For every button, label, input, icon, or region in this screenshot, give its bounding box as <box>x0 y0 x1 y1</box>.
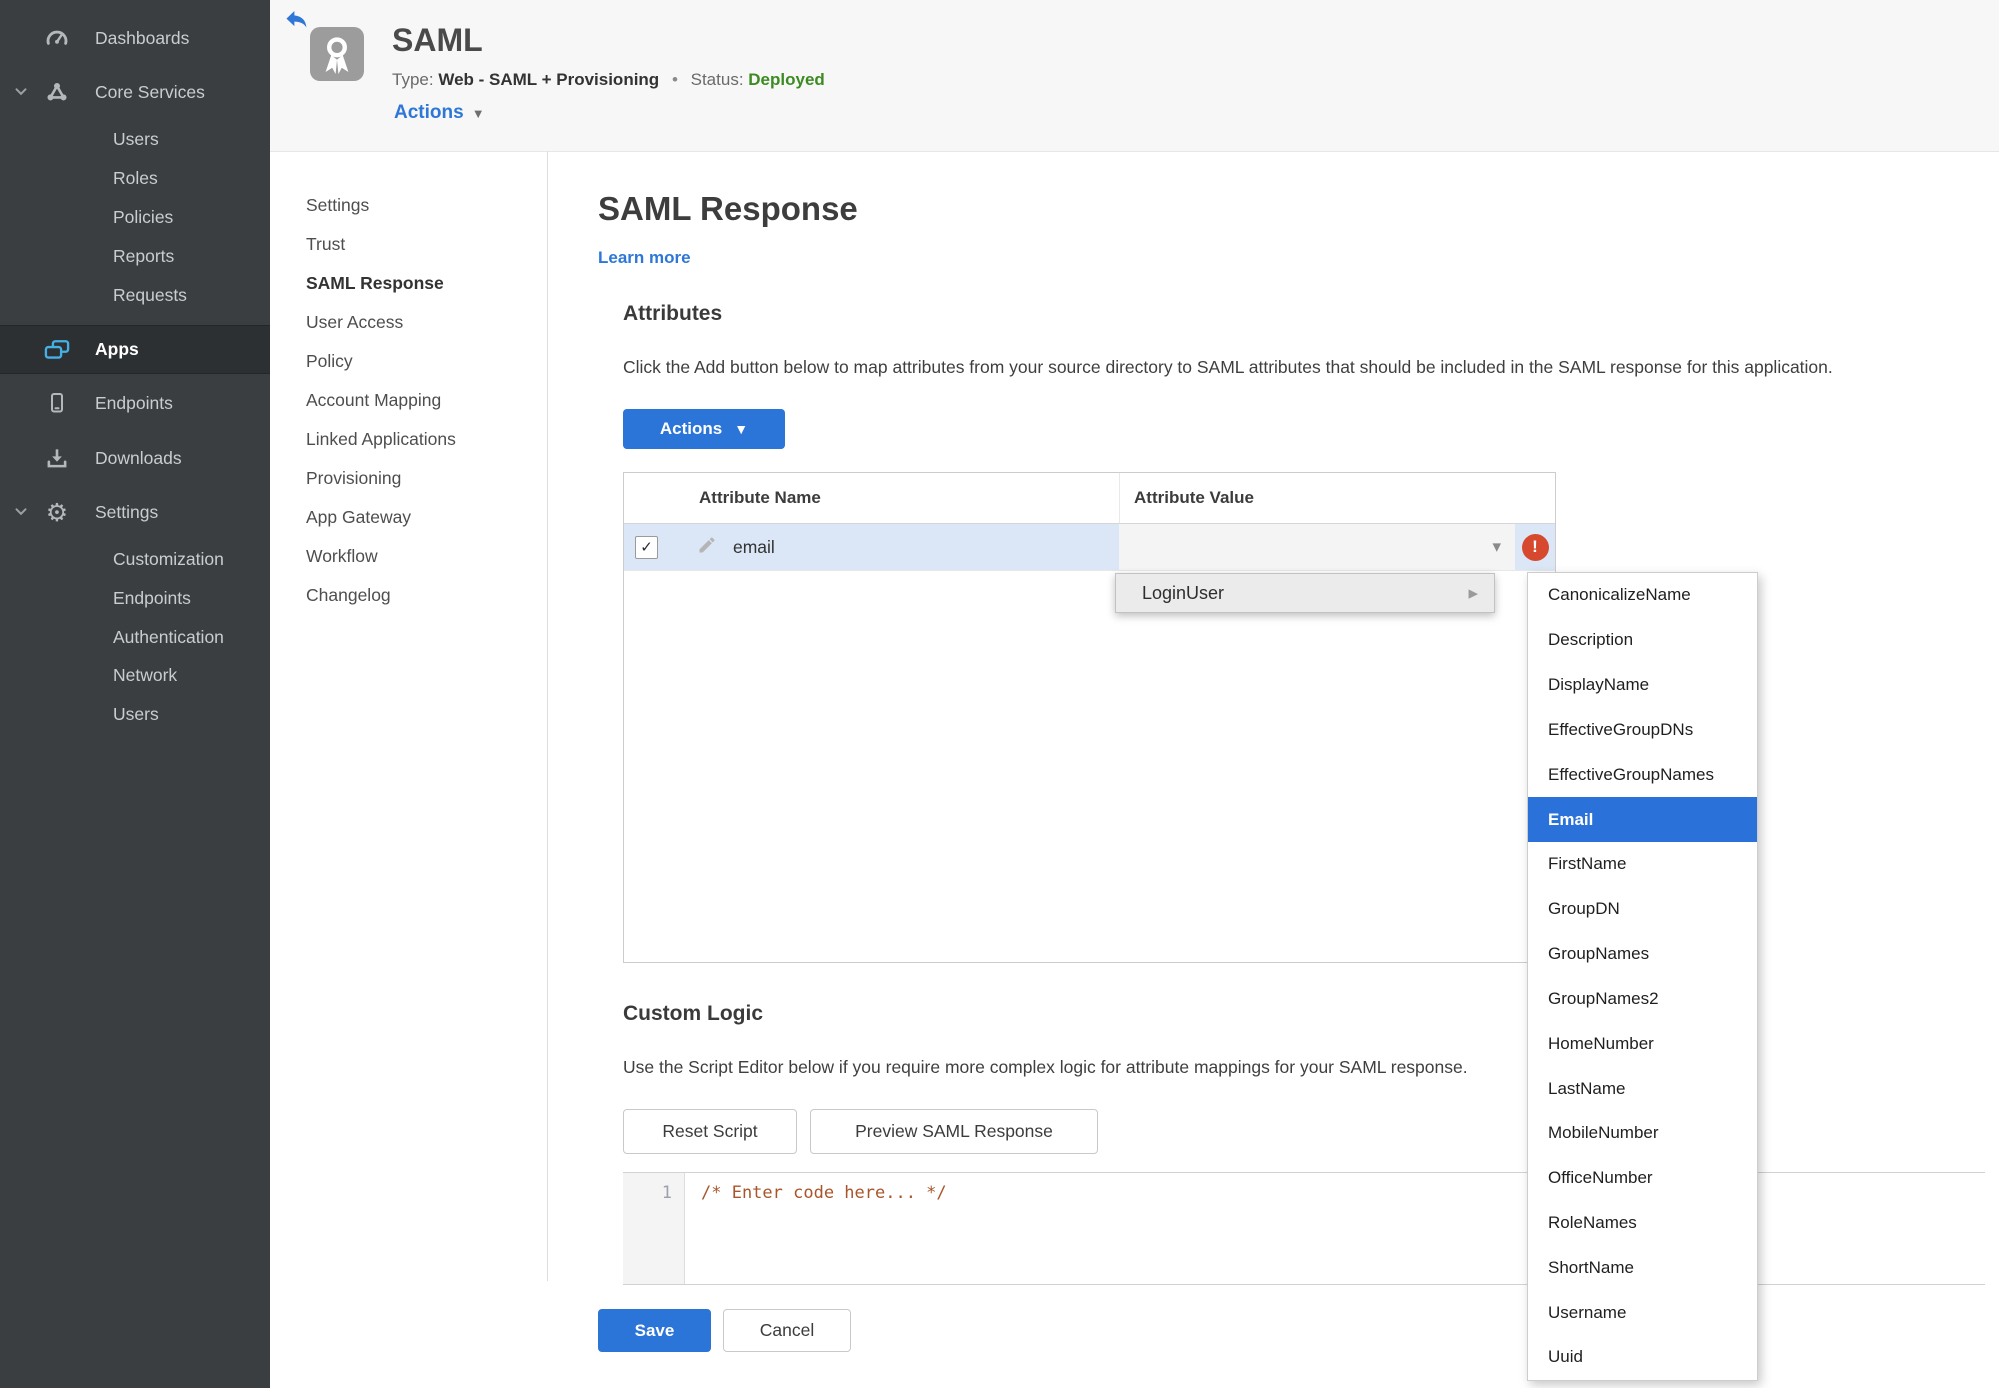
submenu-arrow-right-icon: ▸ <box>1468 582 1478 604</box>
sidebar-item-settings[interactable]: ⚙ Settings <box>0 492 270 532</box>
submenu-item-canonicalizename[interactable]: CanonicalizeName <box>1528 573 1757 618</box>
core-services-icon <box>42 79 72 105</box>
submenu-item-displayname[interactable]: DisplayName <box>1528 663 1757 708</box>
save-button[interactable]: Save <box>598 1309 711 1352</box>
submenu-item-username[interactable]: Username <box>1528 1290 1757 1335</box>
submenu-item-email-selected[interactable]: Email <box>1528 797 1757 842</box>
editor-code-text[interactable]: /* Enter code here... */ <box>701 1183 947 1203</box>
submenu-item-homenumber[interactable]: HomeNumber <box>1528 1021 1757 1066</box>
sidebar-item-settings-endpoints[interactable]: Endpoints <box>0 578 270 618</box>
endpoint-device-icon <box>42 391 72 415</box>
subnav-item-app-gateway[interactable]: App Gateway <box>306 502 516 532</box>
attribute-name-value: email <box>733 536 775 557</box>
edit-pencil-icon[interactable] <box>697 535 717 560</box>
value-dropdown-menu-loginuser[interactable]: LoginUser ▸ <box>1115 573 1495 613</box>
sidebar-item-users[interactable]: Users <box>0 119 270 159</box>
app-ribbon-badge-icon <box>310 27 364 81</box>
attribute-value-column-header: Attribute Value <box>1119 473 1555 523</box>
loginuser-attributes-submenu: CanonicalizeName Description DisplayName… <box>1527 572 1758 1381</box>
type-value: Web - SAML + Provisioning <box>438 70 660 89</box>
custom-logic-heading: Custom Logic <box>623 1002 763 1025</box>
error-cell: ! <box>1515 524 1555 570</box>
table-row: ✓ email ▾ ! <box>624 524 1555 571</box>
subnav-item-changelog[interactable]: Changelog <box>306 580 516 610</box>
sidebar-item-core-services[interactable]: Core Services <box>0 72 270 112</box>
learn-more-link[interactable]: Learn more <box>598 248 691 268</box>
subnav-item-workflow[interactable]: Workflow <box>306 541 516 571</box>
submenu-item-groupdn[interactable]: GroupDN <box>1528 887 1757 932</box>
submenu-item-lastname[interactable]: LastName <box>1528 1066 1757 1111</box>
attributes-description: Click the Add button below to map attrib… <box>623 357 1833 377</box>
custom-logic-description: Use the Script Editor below if you requi… <box>623 1057 1468 1077</box>
sidebar-item-settings-users[interactable]: Users <box>0 694 270 734</box>
subnav-item-policy[interactable]: Policy <box>306 346 516 376</box>
download-icon <box>42 445 72 471</box>
chevron-down-icon <box>12 503 30 521</box>
sidebar-item-dashboards[interactable]: Dashboards <box>0 18 270 58</box>
submenu-item-officenumber[interactable]: OfficeNumber <box>1528 1156 1757 1201</box>
editor-gutter: 1 <box>623 1173 685 1284</box>
page-title: SAML Response <box>598 190 858 227</box>
attributes-actions-button[interactable]: Actions ▼ <box>623 409 785 449</box>
gear-icon: ⚙ <box>45 497 69 527</box>
subnav-item-trust[interactable]: Trust <box>306 229 516 259</box>
app-meta-line: Type: Web - SAML + Provisioning • Status… <box>392 70 825 90</box>
row-checkbox[interactable]: ✓ <box>635 535 658 559</box>
sidebar-item-requests[interactable]: Requests <box>0 275 270 315</box>
preview-saml-response-button[interactable]: Preview SAML Response <box>810 1109 1098 1154</box>
back-arrow-icon[interactable] <box>283 6 309 32</box>
sidebar-item-apps[interactable]: Apps <box>0 325 270 374</box>
sidebar-item-endpoints[interactable]: Endpoints <box>0 383 270 423</box>
submenu-item-effectivegroupdns[interactable]: EffectiveGroupDNs <box>1528 707 1757 752</box>
submenu-item-groupnames2[interactable]: GroupNames2 <box>1528 976 1757 1021</box>
submenu-item-firstname[interactable]: FirstName <box>1528 842 1757 887</box>
subnav-item-saml-response[interactable]: SAML Response <box>306 268 516 298</box>
caret-down-icon: ▼ <box>471 105 485 121</box>
subnav-item-linked-applications[interactable]: Linked Applications <box>306 424 516 454</box>
chevron-down-icon <box>12 83 30 101</box>
submenu-item-groupnames[interactable]: GroupNames <box>1528 932 1757 977</box>
header-actions-menu[interactable]: Actions ▼ <box>394 102 485 124</box>
submenu-item-uuid[interactable]: Uuid <box>1528 1335 1757 1380</box>
subnav-item-account-mapping[interactable]: Account Mapping <box>306 385 516 415</box>
subnav-item-provisioning[interactable]: Provisioning <box>306 463 516 493</box>
attribute-value-dropdown-field[interactable]: ▾ <box>1119 524 1515 570</box>
caret-down-icon: ▼ <box>734 421 749 437</box>
cancel-button[interactable]: Cancel <box>723 1309 851 1352</box>
error-badge-icon: ! <box>1521 533 1549 561</box>
sidebar-item-authentication[interactable]: Authentication <box>0 617 270 657</box>
status-badge: Deployed <box>748 70 825 89</box>
caret-down-icon: ▾ <box>1492 537 1501 556</box>
primary-sidebar: Dashboards Core Services Users Roles Pol… <box>0 0 270 1388</box>
sidebar-item-downloads[interactable]: Downloads <box>0 438 270 478</box>
subnav-item-settings[interactable]: Settings <box>306 190 516 220</box>
submenu-item-rolenames[interactable]: RoleNames <box>1528 1201 1757 1246</box>
dashboard-gauge-icon <box>42 25 72 51</box>
subnav-item-user-access[interactable]: User Access <box>306 307 516 337</box>
submenu-item-description[interactable]: Description <box>1528 618 1757 663</box>
type-label: Type: <box>392 70 434 89</box>
status-label: Status: <box>690 70 744 89</box>
submenu-item-effectivegroupnames[interactable]: EffectiveGroupNames <box>1528 752 1757 797</box>
content-divider <box>547 151 548 1281</box>
sidebar-item-policies[interactable]: Policies <box>0 197 270 237</box>
attribute-name-column-header: Attribute Name <box>699 488 821 507</box>
reset-script-button[interactable]: Reset Script <box>623 1109 797 1154</box>
script-editor[interactable]: 1 /* Enter code here... */ <box>623 1172 1985 1285</box>
submenu-item-mobilenumber[interactable]: MobileNumber <box>1528 1111 1757 1156</box>
sidebar-item-reports[interactable]: Reports <box>0 236 270 276</box>
row-select-cell: ✓ <box>624 524 669 570</box>
attributes-heading: Attributes <box>623 302 723 325</box>
attribute-name-cell: email <box>669 524 1119 570</box>
sidebar-item-customization[interactable]: Customization <box>0 539 270 579</box>
attributes-table: Attribute Name Attribute Value ✓ email ▾… <box>623 472 1556 963</box>
line-number: 1 <box>661 1183 672 1203</box>
app-title: SAML <box>392 22 483 58</box>
sidebar-item-roles[interactable]: Roles <box>0 158 270 198</box>
table-header-row: Attribute Name Attribute Value <box>624 473 1555 524</box>
meta-separator: • <box>671 70 678 89</box>
apps-icon <box>42 336 72 364</box>
submenu-item-shortname[interactable]: ShortName <box>1528 1245 1757 1290</box>
sidebar-item-network[interactable]: Network <box>0 655 270 695</box>
